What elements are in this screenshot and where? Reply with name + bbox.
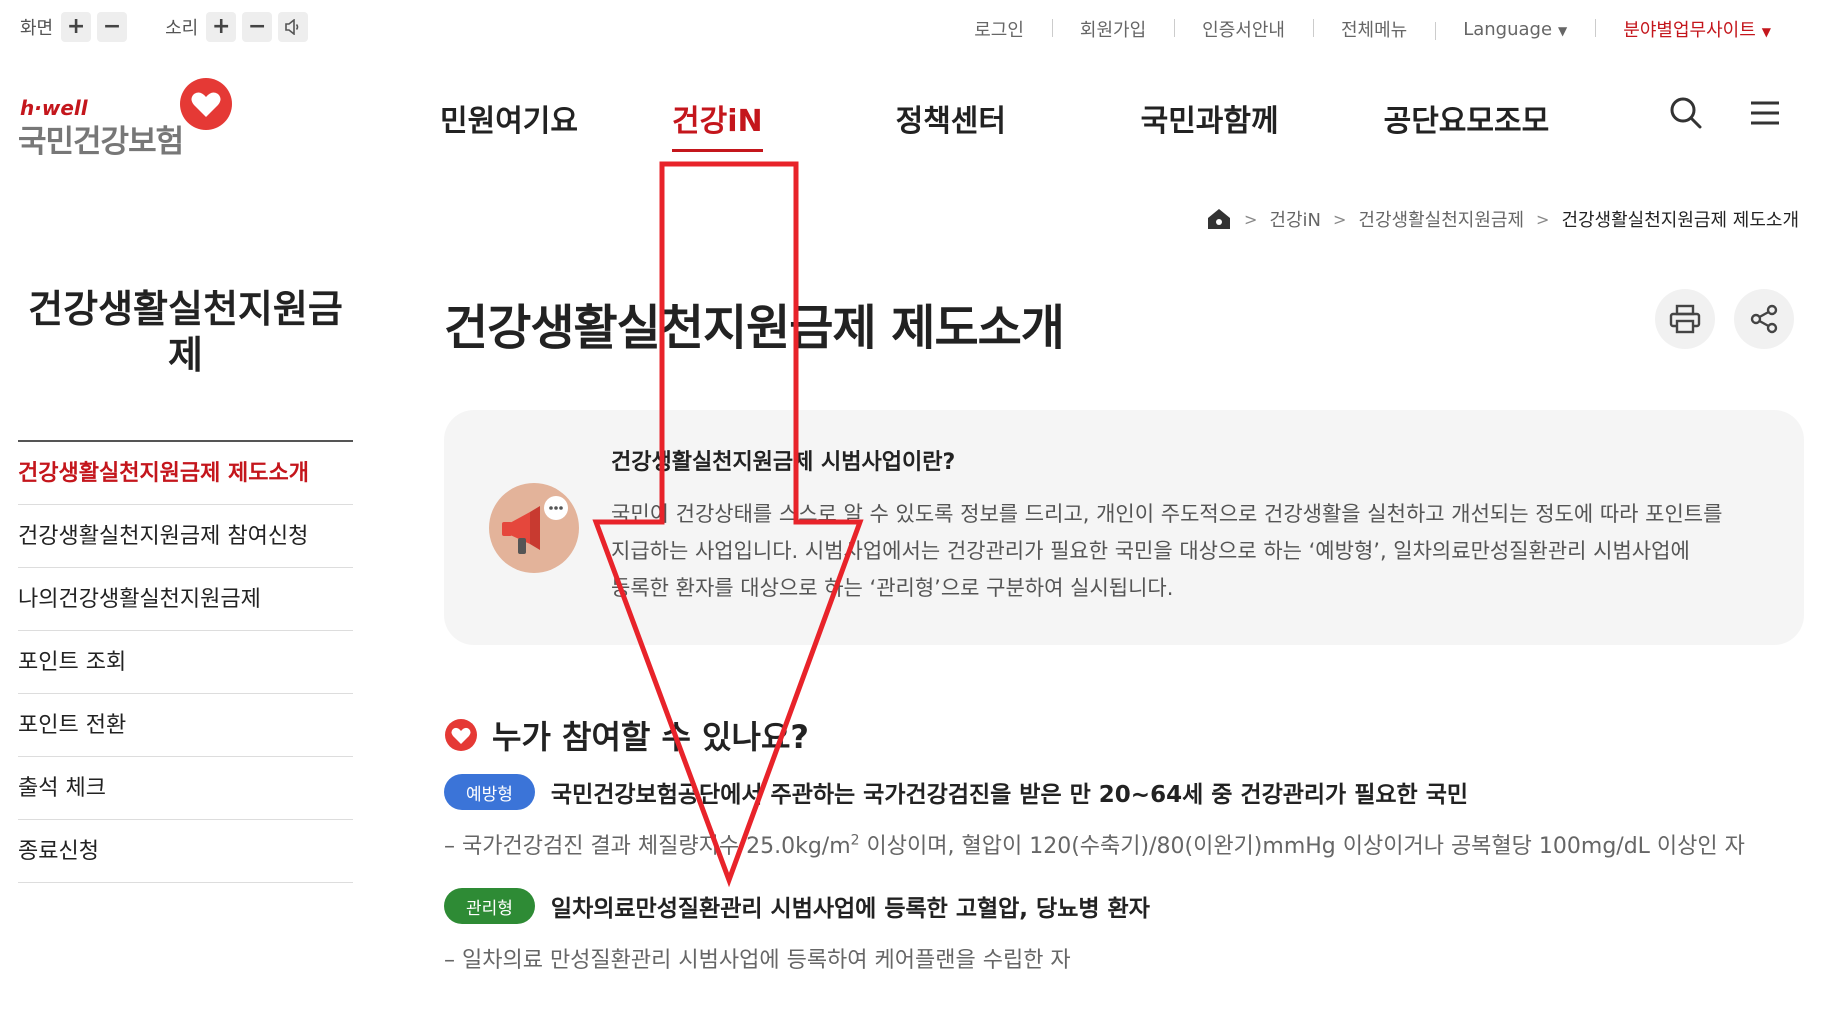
breadcrumb-current: 건강생활실천지원금제 제도소개: [1561, 210, 1799, 231]
breadcrumb-program[interactable]: 건강생활실천지원금제: [1358, 206, 1524, 232]
nhis-logo[interactable]: h·well 국민건강보험: [18, 76, 238, 160]
sidebar-item-points-convert[interactable]: 포인트 전환: [18, 694, 353, 757]
chevron-right-icon: >: [1244, 209, 1258, 229]
accessibility-controls: 화면 + − 소리 + −: [20, 12, 346, 42]
business-sites-select[interactable]: 분야별업무사이트 ▼: [1595, 16, 1799, 42]
managed-description: 일차의료만성질환관리 시범사업에 등록한 고혈압, 당뇨병 환자: [550, 896, 1150, 922]
business-sites-label: 분야별업무사이트: [1623, 20, 1756, 41]
sidebar-menu: 건강생활실천지원금제 제도소개 건강생활실천지원금제 참여신청 나의건강생활실천…: [18, 442, 353, 883]
nav-about-nhis[interactable]: 공단요모조모: [1384, 96, 1550, 140]
all-menu-link[interactable]: 전체메뉴: [1312, 16, 1435, 42]
sidebar-item-termination[interactable]: 종료신청: [18, 820, 353, 883]
logo-name: 국민건강보험: [18, 124, 184, 160]
volume-down-button[interactable]: −: [242, 12, 273, 42]
signup-link[interactable]: 회원가입: [1051, 16, 1174, 42]
managed-criteria: – 일차의료 만성질환관리 시범사업에 등록하여 케어플랜을 수립한 자: [444, 948, 1071, 973]
managed-badge: 관리형: [444, 888, 535, 924]
criteria-text-a: – 국가건강검진 결과 체질량지수 25.0kg/m: [444, 834, 851, 859]
utility-bar: 화면 + − 소리 + − 로그인 회원가입 인증서안내 전체메뉴 Langua…: [0, 0, 1823, 56]
preventive-badge: 예방형: [444, 774, 535, 810]
nav-health-in[interactable]: 건강iN: [672, 96, 763, 152]
screen-zoom-group: 화면 + −: [20, 12, 133, 42]
nav-with-citizens[interactable]: 국민과함께: [1141, 96, 1384, 140]
eligibility-preventive: 예방형 국민건강보험공단에서 주관하는 국가건강검진을 받은 만 20~64세 …: [444, 774, 1468, 810]
breadcrumb-health-in[interactable]: 건강iN: [1269, 206, 1321, 232]
sidebar-item-points-inquiry[interactable]: 포인트 조회: [18, 631, 353, 694]
main-navigation: 민원여기요 건강iN 정책센터 국민과함께 공단요모조모: [440, 96, 1550, 152]
sidebar-title-line1: 건강생활실천지원금: [28, 287, 343, 331]
info-line: 국민이 건강상태를 스스로 알 수 있도록 정보를 드리고, 개인이 주도적으로…: [611, 502, 1723, 526]
heart-logo-icon: [180, 78, 232, 130]
language-select[interactable]: Language ▼: [1435, 19, 1595, 40]
language-label: Language: [1463, 18, 1553, 40]
sidebar-title: 건강생활실천지원금 제: [18, 286, 353, 378]
preventive-criteria: – 국가건강검진 결과 체질량지수 25.0kg/m2 이상이며, 혈압이 12…: [444, 828, 1745, 860]
preventive-description: 국민건강보험공단에서 주관하는 국가건강검진을 받은 만 20~64세 중 건강…: [550, 782, 1469, 808]
heart-bullet-icon: [445, 719, 477, 751]
share-icon: [1750, 304, 1778, 334]
nav-minwon[interactable]: 민원여기요: [440, 96, 672, 140]
share-button[interactable]: [1734, 289, 1794, 349]
sound-group: 소리 + −: [165, 12, 314, 42]
chevron-right-icon: >: [1536, 209, 1550, 229]
screen-zoom-out-button[interactable]: −: [97, 12, 128, 42]
page-title: 건강생활실천지원금제 제도소개: [444, 300, 1065, 356]
criteria-superscript: 2: [850, 832, 860, 849]
sidebar-item-attendance[interactable]: 출석 체크: [18, 757, 353, 820]
section-title-text: 누가 참여할 수 있나요?: [492, 718, 809, 756]
login-link[interactable]: 로그인: [946, 16, 1052, 42]
sound-label: 소리: [165, 18, 199, 39]
info-box-description: 국민이 건강상태를 스스로 알 수 있도록 정보를 드리고, 개인이 주도적으로…: [611, 496, 1771, 607]
breadcrumb: > 건강iN > 건강생활실천지원금제 > 건강생활실천지원금제 제도소개: [1206, 206, 1799, 232]
printer-icon: [1669, 304, 1701, 334]
sidebar-item-apply[interactable]: 건강생활실천지원금제 참여신청: [18, 505, 353, 568]
chevron-right-icon: >: [1333, 209, 1347, 229]
screen-zoom-in-button[interactable]: +: [61, 12, 92, 42]
info-line: 등록한 환자를 대상으로 하는 ‘관리형’으로 구분하여 실시됩니다.: [611, 576, 1174, 600]
section-title: 누가 참여할 수 있나요?: [444, 712, 809, 758]
hamburger-menu-icon[interactable]: [1748, 96, 1782, 130]
top-links: 로그인 회원가입 인증서안내 전체메뉴 Language ▼ 분야별업무사이트 ▼: [946, 16, 1799, 42]
screen-label: 화면: [20, 18, 54, 39]
nav-policy-center[interactable]: 정책센터: [896, 96, 1141, 140]
speaker-icon[interactable]: [278, 12, 309, 42]
eligibility-managed: 관리형 일차의료만성질환관리 시범사업에 등록한 고혈압, 당뇨병 환자: [444, 888, 1150, 924]
info-box-title: 건강생활실천지원금제 시범사업이란?: [611, 450, 956, 475]
criteria-text-b: 이상이며, 혈압이 120(수축기)/80(이완기)mmHg 이상이거나 공복혈…: [859, 834, 1745, 859]
print-button[interactable]: [1655, 289, 1715, 349]
volume-up-button[interactable]: +: [206, 12, 237, 42]
megaphone-icon: [489, 483, 579, 573]
certificate-guide-link[interactable]: 인증서안내: [1174, 16, 1313, 42]
caret-down-icon: ▼: [1558, 23, 1568, 38]
home-icon[interactable]: [1206, 207, 1232, 231]
search-icon[interactable]: [1669, 96, 1703, 130]
sidebar-title-line2: 제: [168, 333, 203, 377]
info-line: 지급하는 사업입니다. 시범사업에서는 건강관리가 필요한 국민을 대상으로 하…: [611, 539, 1690, 563]
info-box: 건강생활실천지원금제 시범사업이란? 국민이 건강상태를 스스로 알 수 있도록…: [444, 410, 1804, 645]
sidebar-item-intro[interactable]: 건강생활실천지원금제 제도소개: [18, 442, 353, 505]
sidebar-item-my-program[interactable]: 나의건강생활실천지원금제: [18, 568, 353, 631]
caret-down-icon: ▼: [1761, 25, 1771, 39]
